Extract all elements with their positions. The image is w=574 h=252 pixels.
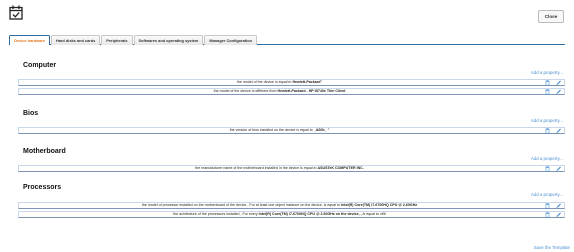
condition-text: the model of processor installed on the …	[141, 203, 418, 208]
add-property-link[interactable]: Add a property...	[531, 192, 563, 197]
edit-pencil-icon[interactable]	[556, 89, 562, 95]
tab-bar: Device hardware Hard disks and cards Per…	[9, 35, 565, 45]
condition-row: the achitecture of the processors instal…	[18, 211, 565, 218]
edit-pencil-icon[interactable]	[556, 128, 562, 134]
condition-text: the version of bios installed on the dev…	[229, 128, 330, 133]
add-property-link[interactable]: Add a property...	[531, 70, 563, 75]
delete-trash-icon[interactable]	[544, 89, 550, 95]
condition-text: the achitecture of the processors instal…	[173, 212, 386, 217]
save-template-link[interactable]: Save the Template	[534, 245, 570, 250]
condition-row: the model of the device is different fro…	[18, 88, 565, 95]
tab-device-hardware[interactable]: Device hardware	[9, 35, 50, 45]
delete-trash-icon[interactable]	[544, 212, 550, 218]
add-property-link[interactable]: Add a property...	[531, 118, 563, 123]
add-property-link[interactable]: Add a property...	[531, 156, 563, 161]
condition-text: the model of the device is equal to Hewl…	[236, 80, 323, 85]
section-title: Motherboard	[23, 148, 66, 155]
tab-peripherals[interactable]: Peripherals	[101, 35, 133, 45]
delete-trash-icon[interactable]	[544, 80, 550, 86]
edit-pencil-icon[interactable]	[556, 203, 562, 209]
delete-trash-icon[interactable]	[544, 203, 550, 209]
close-button[interactable]: Close	[538, 10, 564, 23]
edit-pencil-icon[interactable]	[556, 80, 562, 86]
section-title: Computer	[23, 62, 57, 69]
condition-row: the version of bios installed on the dev…	[18, 127, 565, 134]
section-title: Processors	[23, 184, 62, 191]
edit-pencil-icon[interactable]	[556, 166, 562, 172]
section-title: Bios	[23, 110, 39, 117]
tab-softwares-and-os[interactable]: Softwares and operating system	[133, 35, 204, 45]
top-bar: Close	[0, 0, 574, 28]
tab-hard-disks-and-cards[interactable]: Hard disks and cards	[50, 35, 101, 45]
condition-row: the model of processor installed on the …	[18, 202, 565, 209]
edit-pencil-icon[interactable]	[556, 212, 562, 218]
condition-text: the manufacturer name of the motherboard…	[195, 166, 364, 171]
delete-trash-icon[interactable]	[544, 128, 550, 134]
condition-row: the model of the device is equal to Hewl…	[18, 79, 565, 86]
tab-manager-configuration[interactable]: Manager Configuration	[204, 35, 257, 45]
condition-text: the model of the device is different fro…	[213, 89, 346, 94]
delete-trash-icon[interactable]	[544, 166, 550, 172]
condition-row: the manufacturer name of the motherboard…	[18, 165, 565, 172]
calendar-check-icon	[9, 5, 23, 20]
